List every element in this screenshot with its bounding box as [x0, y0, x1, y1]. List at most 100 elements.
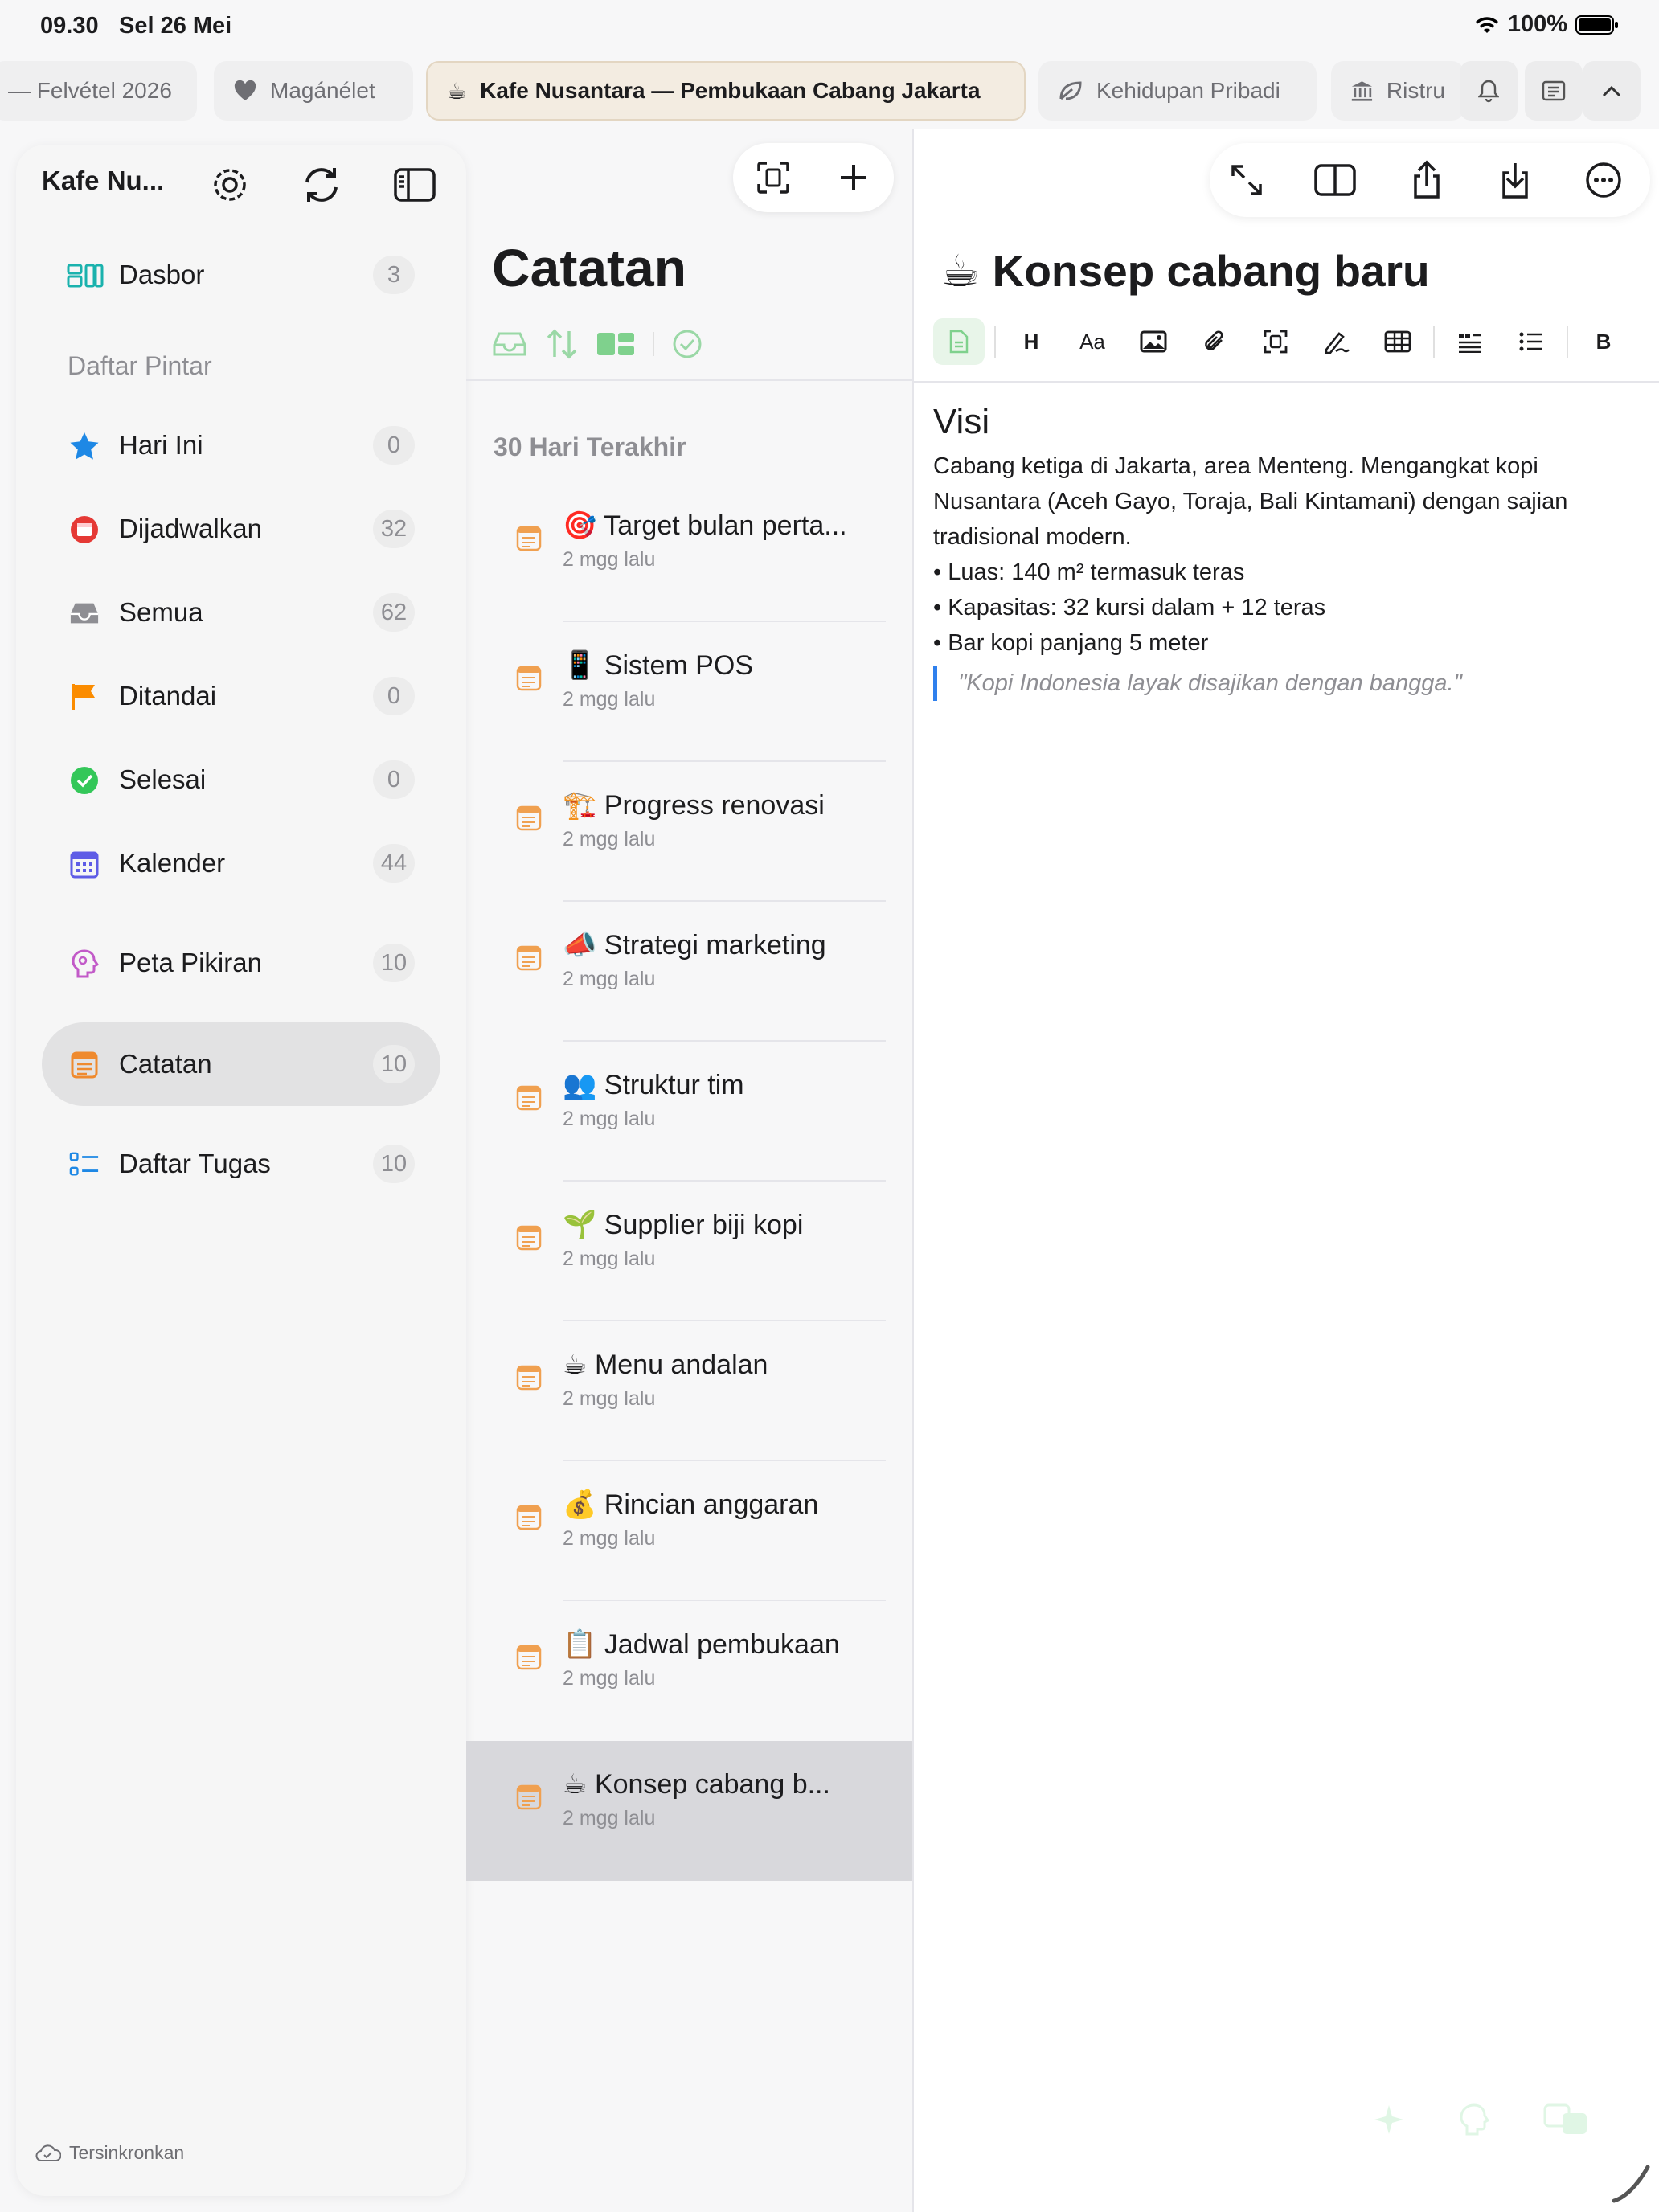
draw-button[interactable]: [1311, 318, 1362, 365]
tab-label: Magánélet: [270, 78, 375, 103]
settings-button[interactable]: [206, 161, 254, 209]
sidebar-item-ditandai[interactable]: Ditandai 0: [42, 654, 440, 738]
note-list-item[interactable]: 👥 Struktur tim 2 mgg lalu: [466, 1042, 913, 1182]
calendar-clock-icon: [69, 514, 100, 545]
split-view-button[interactable]: [1311, 156, 1359, 204]
note-list-item[interactable]: 📱 Sistem POS 2 mgg lalu: [466, 622, 913, 762]
sidebar-item-label: Daftar Tugas: [119, 1149, 271, 1178]
content-heading: Visi: [933, 402, 990, 441]
add-note-button[interactable]: [830, 154, 878, 202]
note-time: 2 mgg lalu: [563, 1247, 656, 1270]
sparkle-icon[interactable]: [1373, 2103, 1405, 2136]
smart-lists-heading: Daftar Pintar: [68, 351, 212, 380]
dashboard-icon: [66, 260, 104, 291]
scan-document-button[interactable]: [749, 154, 797, 202]
brain-icon[interactable]: [1458, 2102, 1490, 2137]
note-list-item[interactable]: 💰 Rincian anggaran 2 mgg lalu: [466, 1461, 913, 1601]
inbox-filter-icon[interactable]: [492, 331, 527, 357]
bullet-item: • Bar kopi panjang 5 meter: [933, 630, 1209, 656]
count-badge: 44: [373, 844, 415, 883]
sidebar-icon: [394, 168, 436, 202]
note-title: 🎯 Target bulan perta...: [563, 510, 847, 541]
bullet-list-button[interactable]: [1505, 318, 1557, 365]
scan-icon: [757, 162, 789, 194]
image-icon: [1140, 330, 1167, 353]
tab-kehidupan-pribadi[interactable]: Kehidupan Pribadi: [1038, 61, 1317, 121]
note-content[interactable]: Visi Cabang ketiga di Jakarta, area Ment…: [933, 402, 1641, 701]
note-time: 2 mgg lalu: [563, 828, 656, 850]
note-time: 2 mgg lalu: [563, 1807, 656, 1829]
note-list-item[interactable]: 📣 Strategi marketing 2 mgg lalu: [466, 902, 913, 1042]
note-time: 2 mgg lalu: [563, 1108, 656, 1130]
collapse-tabs-button[interactable]: [1583, 61, 1641, 121]
tab-felvetel[interactable]: — Felvétel 2026: [0, 61, 197, 121]
toolbar-divider: [994, 326, 996, 358]
count-badge: 0: [373, 677, 415, 715]
document-mode-button[interactable]: [933, 318, 985, 365]
bold-button[interactable]: B: [1578, 318, 1629, 365]
count-badge: 10: [373, 1045, 415, 1083]
layout-icon[interactable]: [596, 331, 635, 357]
text-style-button[interactable]: Aa: [1067, 318, 1118, 365]
note-icon: [516, 1784, 542, 1810]
status-date: Sel 26 Mei: [119, 13, 232, 39]
status-bar: 09.30 Sel 26 Mei 100%: [0, 0, 1659, 53]
tab-label: Kafe Nusantara — Pembukaan Cabang Jakart…: [480, 78, 981, 103]
note-title: 📋 Jadwal pembukaan: [563, 1629, 840, 1660]
fullscreen-button[interactable]: [1223, 156, 1271, 204]
sidebar-item-catatan[interactable]: Catatan 10: [42, 1022, 440, 1106]
notes-list: Catatan 30 Hari Terakhir 🎯 Target bulan …: [466, 129, 913, 2212]
download-button[interactable]: [1491, 156, 1539, 204]
note-list-item[interactable]: 📋 Jadwal pembukaan 2 mgg lalu: [466, 1601, 913, 1741]
attach-button[interactable]: [1189, 318, 1240, 365]
sidebar-item-daftar-tugas[interactable]: Daftar Tugas 10: [42, 1122, 440, 1206]
sync-button[interactable]: [297, 161, 346, 209]
reader-button[interactable]: [1525, 61, 1583, 121]
note-title-heading: ☕ Konsep cabang baru: [940, 245, 1430, 297]
sidebar-item-hari-ini[interactable]: Hari Ini 0: [42, 403, 440, 487]
sidebar-item-label: Dasbor: [119, 260, 205, 289]
bullet-item: • Kapasitas: 32 kursi dalam + 12 teras: [933, 595, 1326, 621]
count-badge: 3: [373, 256, 415, 294]
sidebar-item-semua[interactable]: Semua 62: [42, 571, 440, 654]
tab-maganelet[interactable]: Magánélet: [214, 61, 413, 121]
scan-text-button[interactable]: [1250, 318, 1301, 365]
insert-table-button[interactable]: [1372, 318, 1423, 365]
note-list-item[interactable]: ☕ Menu andalan 2 mgg lalu: [466, 1321, 913, 1461]
note-title: 📱 Sistem POS: [563, 650, 753, 681]
split-view-icon: [1314, 164, 1356, 196]
sidebar-item-dasbor[interactable]: Dasbor 3: [42, 233, 440, 317]
translate-icon[interactable]: [1543, 2103, 1588, 2136]
note-title-text[interactable]: Konsep cabang baru: [993, 246, 1430, 296]
tab-ristru[interactable]: Ristru: [1331, 61, 1464, 121]
count-badge: 32: [373, 510, 415, 548]
note-list-item[interactable]: 🎯 Target bulan perta... 2 mgg lalu: [466, 482, 913, 622]
pencil-handle-icon[interactable]: [1609, 2161, 1654, 2206]
insert-image-button[interactable]: [1128, 318, 1179, 365]
more-button[interactable]: [1579, 156, 1628, 204]
note-list-item-selected[interactable]: ☕ Konsep cabang b... 2 mgg lalu: [466, 1741, 913, 1881]
note-list-item[interactable]: 🏗️ Progress renovasi 2 mgg lalu: [466, 762, 913, 902]
check-circle-filter-icon[interactable]: [672, 329, 703, 359]
sort-icon[interactable]: [545, 328, 579, 360]
sidebar-item-kalender[interactable]: Kalender 44: [42, 821, 440, 905]
note-list-item[interactable]: 🌱 Supplier biji kopi 2 mgg lalu: [466, 1182, 913, 1321]
notes-action-bar: [733, 143, 894, 212]
tab-kafe-nusantara[interactable]: ☕ Kafe Nusantara — Pembukaan Cabang Jaka…: [426, 61, 1026, 121]
sidebar-item-dijadwalkan[interactable]: Dijadwalkan 32: [42, 487, 440, 571]
sync-icon: [305, 168, 338, 202]
expand-icon: [1231, 165, 1262, 195]
note-title: 📣 Strategi marketing: [563, 930, 826, 961]
notifications-button[interactable]: [1460, 61, 1518, 121]
sidebar-item-label: Peta Pikiran: [119, 948, 262, 977]
toggle-sidebar-button[interactable]: [391, 161, 439, 209]
note-icon: [516, 805, 542, 831]
share-button[interactable]: [1403, 156, 1451, 204]
sidebar-item-selesai[interactable]: Selesai 0: [42, 738, 440, 821]
heading-button[interactable]: H: [1006, 318, 1057, 365]
tab-bar: — Felvétel 2026 Magánélet ☕ Kafe Nusanta…: [0, 53, 1659, 130]
quote-button[interactable]: [1444, 318, 1496, 365]
sidebar-item-label: Hari Ini: [119, 430, 203, 460]
note-time: 2 mgg lalu: [563, 968, 656, 990]
sidebar-item-peta-pikiran[interactable]: Peta Pikiran 10: [42, 921, 440, 1005]
